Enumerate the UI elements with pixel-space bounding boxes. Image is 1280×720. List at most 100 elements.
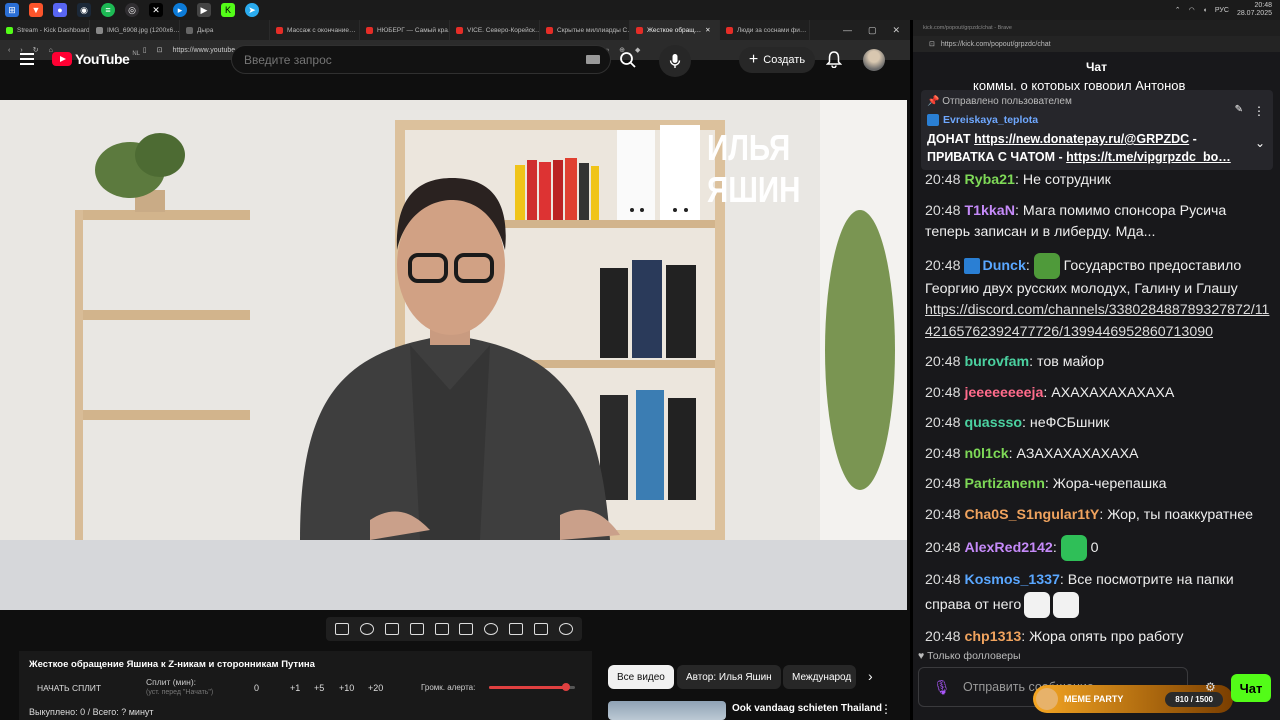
message-username[interactable]: Kosmos_1337 bbox=[964, 572, 1059, 588]
message-username[interactable]: chp1313 bbox=[964, 629, 1021, 645]
pinned-line1: ДОНАТ bbox=[927, 132, 975, 146]
split-add-1-button[interactable]: +1 bbox=[290, 683, 300, 693]
split-add-10-button[interactable]: +10 bbox=[339, 683, 354, 693]
steam-icon[interactable]: ◉ bbox=[77, 3, 91, 17]
browser-tab[interactable]: Массаж с окончание… bbox=[270, 20, 360, 40]
loop-icon[interactable] bbox=[335, 623, 350, 635]
chips-next-icon[interactable]: › bbox=[868, 668, 873, 684]
create-button[interactable]: + Создать bbox=[739, 47, 815, 73]
message-username[interactable]: Cha0S_S1ngular1tY bbox=[964, 507, 1099, 523]
minimize-icon[interactable]: — bbox=[843, 25, 852, 36]
close-tab-icon[interactable]: ✕ bbox=[705, 26, 710, 34]
browser-tab[interactable]: VICE. Северо-Корейск… bbox=[450, 20, 540, 40]
message-username[interactable]: Partizanenn bbox=[964, 476, 1044, 492]
spotify-icon[interactable]: ≡ bbox=[101, 3, 115, 17]
chip-author[interactable]: Автор: Илья Яшин bbox=[677, 665, 781, 689]
clock[interactable]: 20:48 28.07.2025 bbox=[1237, 2, 1272, 18]
kick-icon[interactable]: K bbox=[221, 3, 235, 17]
browser-tab[interactable]: Скрытые миллиарды С… bbox=[540, 20, 630, 40]
video-player[interactable]: ИЛЬЯ ЯШИН bbox=[0, 100, 907, 610]
notifications-button[interactable] bbox=[825, 50, 843, 73]
search-box[interactable] bbox=[231, 45, 611, 74]
view-icon[interactable] bbox=[384, 623, 399, 635]
broadcast-icon[interactable] bbox=[360, 623, 375, 635]
media-icon[interactable]: ▶ bbox=[197, 3, 211, 17]
telegram-icon[interactable]: ➤ bbox=[245, 3, 259, 17]
pinned-by-label: Отправлено пользователем bbox=[942, 96, 1072, 107]
volume-icon[interactable]: ◖ bbox=[1203, 7, 1207, 14]
message-username[interactable]: jeeeeeeeeja bbox=[964, 385, 1043, 401]
pip-icon[interactable] bbox=[434, 623, 449, 635]
chip-all-videos[interactable]: Все видео bbox=[608, 665, 674, 689]
pinned-more-icon[interactable]: ⋮ bbox=[1253, 104, 1265, 118]
language-indicator[interactable]: РУС bbox=[1215, 7, 1229, 14]
grin-emote-icon bbox=[1060, 535, 1087, 561]
message-text: Жора-черепашка bbox=[1052, 476, 1167, 492]
camera-icon[interactable] bbox=[533, 623, 548, 635]
message-username[interactable]: burovfam bbox=[964, 354, 1029, 370]
account-avatar[interactable] bbox=[863, 49, 885, 71]
unpin-icon[interactable]: ✎ bbox=[1235, 104, 1243, 115]
discord-icon[interactable]: ● bbox=[53, 3, 67, 17]
browser-tab[interactable]: Жесткое обращ… ✕ bbox=[630, 20, 720, 40]
capcut-icon[interactable]: ✕ bbox=[149, 3, 163, 17]
message-time: 20:48 bbox=[925, 257, 961, 274]
chat-address-bar[interactable]: ⊡ https://kick.com/popout/grpzdc/chat bbox=[913, 36, 1280, 52]
search-button[interactable] bbox=[608, 45, 648, 74]
browser-tab[interactable]: IMG_6908.jpg (1200x6… bbox=[90, 20, 180, 40]
message-text: 0 bbox=[1090, 539, 1099, 556]
send-chat-button[interactable]: Чат bbox=[1231, 674, 1271, 702]
search-input[interactable] bbox=[244, 52, 564, 67]
taskbar: ⊞ ▼ ● ◉ ≡ ◎ ✕ ▸ ▶ K ➤ ⌃ ◠ ◖ РУС 20:48 28… bbox=[0, 0, 1280, 20]
edge-icon[interactable]: ▸ bbox=[173, 3, 187, 17]
alert-volume-label: Громк. алерта: bbox=[421, 683, 476, 692]
youtube-logo[interactable]: YouTube NL bbox=[52, 51, 140, 67]
tray-chevron-icon[interactable]: ⌃ bbox=[1175, 6, 1181, 14]
message-username[interactable]: T1kkaN bbox=[964, 203, 1014, 219]
message-username[interactable]: Dunck bbox=[982, 257, 1025, 273]
start-icon[interactable]: ⊞ bbox=[5, 3, 19, 17]
browser-tab[interactable]: Stream - Kick Dashboard bbox=[0, 20, 90, 40]
maximize-icon[interactable]: ▢ bbox=[868, 25, 877, 36]
split-add-5-button[interactable]: +5 bbox=[314, 683, 324, 693]
browser-tab[interactable]: Дыра bbox=[180, 20, 270, 40]
add-frame-icon[interactable] bbox=[508, 623, 523, 635]
split-value-field[interactable]: 0 bbox=[254, 683, 259, 693]
pinned-telegram-link[interactable]: https://t.me/vipgrpzdc_bo… bbox=[1066, 150, 1231, 164]
browser-tab[interactable]: НЮБЕРГ — Самый кра… bbox=[360, 20, 450, 40]
clapper-icon[interactable] bbox=[409, 623, 424, 635]
chat-url[interactable]: https://kick.com/popout/grpzdc/chat bbox=[941, 41, 1051, 48]
chip-international[interactable]: Международ bbox=[783, 665, 856, 689]
split-add-20-button[interactable]: +20 bbox=[368, 683, 383, 693]
message-username[interactable]: quassso bbox=[964, 415, 1022, 431]
split-stats: Выкуплено: 0 / Всего: ? минут bbox=[29, 707, 154, 717]
voice-search-button[interactable] bbox=[659, 45, 691, 77]
mic-icon[interactable]: 🎙 bbox=[933, 679, 951, 696]
recommendation-title[interactable]: Ook vandaag schieten Thailand bbox=[732, 703, 882, 714]
keyboard-icon[interactable] bbox=[586, 55, 600, 64]
gear-icon[interactable] bbox=[558, 623, 573, 635]
browser-tab[interactable]: Люди за соснами фи… bbox=[720, 20, 810, 40]
split-minutes-label: Сплит (мин): bbox=[146, 677, 197, 687]
start-split-button[interactable]: НАЧАТЬ СПЛИТ bbox=[37, 683, 101, 693]
brave-icon[interactable]: ▼ bbox=[29, 3, 43, 17]
pinned-user[interactable]: Evreiskaya_teplota bbox=[927, 114, 1038, 126]
message-link[interactable]: https://discord.com/channels/33802848878… bbox=[925, 300, 1275, 343]
settings-gear-icon[interactable]: ⚙ bbox=[1205, 680, 1216, 694]
film-icon[interactable] bbox=[459, 623, 474, 635]
message-username[interactable]: Ryba21 bbox=[964, 172, 1014, 188]
message-username[interactable]: n0l1ck bbox=[964, 446, 1008, 462]
wifi-icon[interactable]: ◠ bbox=[1189, 6, 1195, 14]
pinned-donate-link[interactable]: https://new.donatepay.ru/@GRPZDC bbox=[974, 132, 1189, 146]
alert-volume-knob[interactable] bbox=[562, 683, 571, 691]
speed-icon[interactable] bbox=[484, 623, 499, 635]
recommendation-thumbnail[interactable] bbox=[608, 701, 726, 720]
pinned-by: 📌 Отправлено пользователем bbox=[927, 96, 1072, 107]
obs-icon[interactable]: ◎ bbox=[125, 3, 139, 17]
pinned-expand-icon[interactable]: ⌄ bbox=[1255, 136, 1265, 150]
alert-volume-slider[interactable] bbox=[489, 683, 575, 691]
message-username[interactable]: AlexRed2142 bbox=[964, 540, 1052, 556]
menu-icon[interactable] bbox=[20, 53, 34, 65]
close-icon[interactable]: ✕ bbox=[892, 25, 900, 36]
recommendation-more-icon[interactable]: ⋮ bbox=[880, 702, 892, 716]
